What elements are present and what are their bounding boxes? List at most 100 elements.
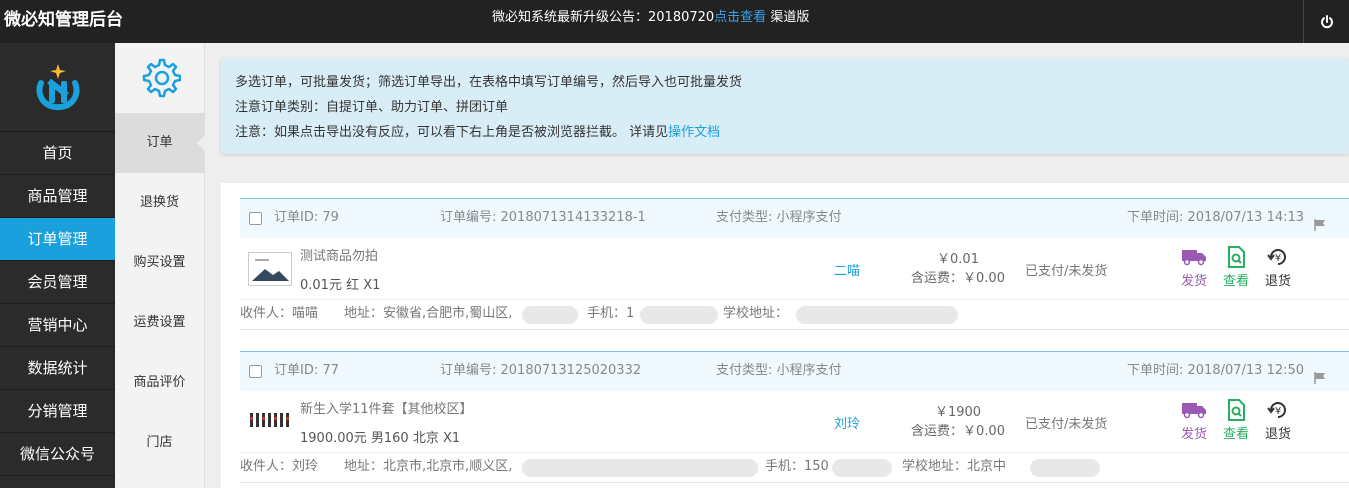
buyer-name[interactable]: 二喵 (834, 260, 860, 279)
order-shipping-info: 收件人：刘玲 地址：北京市,北京市,顺义区, 手机：150 学校地址：北京中 (240, 453, 1349, 483)
main-content: 多选订单，可批量发货；筛选订单导出，在表格中填写订单编号，然后导入也可批量发货 … (205, 43, 1349, 488)
school-address: 学校地址：北京中 (902, 459, 1007, 474)
settings-header (115, 43, 204, 113)
order-shipping-info: 收件人：喵喵 地址：安徽省,合肥市,蜀山区, 手机：1 学校地址： (240, 300, 1349, 330)
receiver: 收件人：喵喵 (240, 306, 319, 321)
order-header: 订单ID: 77 订单编号: 20180713125020332 支付类型: 小… (240, 351, 1349, 391)
sub-sidebar: 订单 退换货 购买设置 运费设置 商品评价 门店 (115, 43, 205, 488)
order-header: 订单ID: 79 订单编号: 2018071314133218-1 支付类型: … (240, 198, 1349, 238)
order-list: 订单ID: 79 订单编号: 2018071314133218-1 支付类型: … (221, 183, 1349, 488)
tips-box: 多选订单，可批量发货；筛选订单导出，在表格中填写订单编号，然后导入也可批量发货 … (221, 58, 1349, 154)
ship-button[interactable]: 发货 (1176, 246, 1212, 289)
order-status: 已支付/未发货 (1025, 264, 1108, 279)
notice-text: 微必知系统最新升级公告：20180720 (492, 10, 715, 25)
main-nav-list: 首页 商品管理 订单管理 会员管理 营销中心 数据统计 分销管理 微信公众号 (0, 132, 115, 476)
brand-logo-icon (35, 64, 80, 111)
redacted-school (1030, 459, 1100, 477)
nav-orders[interactable]: 订单管理 (0, 218, 115, 261)
product-name[interactable]: 新生入学11件套【其他校区】 (300, 398, 473, 417)
pay-type: 支付类型: 小程序支付 (716, 210, 842, 225)
document-search-icon (1218, 399, 1254, 423)
tip-line-3: 注意：如果点击导出没有反应，可以看下右上角是否被浏览器拦截。 详请见操作文档 (235, 120, 1335, 145)
order-card: 订单ID: 79 订单编号: 2018071314133218-1 支付类型: … (240, 198, 1349, 330)
notice-link[interactable]: 点击查看 (714, 10, 766, 25)
order-price: ￥0.01 (937, 252, 979, 267)
shipping-fee: 含运费：￥0.00 (911, 424, 1005, 439)
address: 地址：安徽省,合肥市,蜀山区, (344, 306, 513, 321)
pay-type: 支付类型: 小程序支付 (716, 363, 842, 378)
refund-button[interactable]: ¥ 退货 (1260, 246, 1296, 289)
phone: 手机：150 (765, 459, 829, 474)
refund-label: 退货 (1264, 274, 1291, 289)
nav-distribution[interactable]: 分销管理 (0, 390, 115, 433)
product-spec: 1900.00元 男160 北京 X1 (300, 431, 461, 446)
product-name[interactable]: 测试商品勿拍 (300, 245, 378, 264)
subnav-stores[interactable]: 门店 (115, 413, 204, 473)
tip-line-3-text: 注意：如果点击导出没有反应，可以看下右上角是否被浏览器拦截。 详请见 (235, 125, 669, 140)
view-label: 查看 (1222, 274, 1249, 289)
nav-goods[interactable]: 商品管理 (0, 175, 115, 218)
refund-button[interactable]: ¥ 退货 (1260, 399, 1296, 442)
power-icon (1320, 14, 1333, 28)
order-price: ￥1900 (934, 405, 982, 420)
logout-button[interactable] (1303, 0, 1349, 43)
docs-link[interactable]: 操作文档 (668, 125, 720, 140)
ship-label: 发货 (1180, 427, 1207, 442)
nav-members[interactable]: 会员管理 (0, 261, 115, 304)
svg-text:¥: ¥ (1275, 253, 1281, 264)
tip-line-2: 注意订单类别：自提订单、助力订单、拼团订单 (235, 100, 509, 115)
ship-button[interactable]: 发货 (1176, 399, 1212, 442)
view-button[interactable]: 查看 (1218, 399, 1254, 442)
nav-home[interactable]: 首页 (0, 132, 115, 175)
order-body: 新生入学11件套【其他校区】 1900.00元 男160 北京 X1 刘玲 ￥1… (240, 391, 1349, 453)
main-sidebar: 首页 商品管理 订单管理 会员管理 营销中心 数据统计 分销管理 微信公众号 (0, 43, 115, 488)
price-block: ￥1900 含运费：￥0.00 (908, 403, 1008, 441)
order-checkbox[interactable] (249, 365, 262, 378)
phone: 手机：1 (587, 306, 635, 321)
order-id: 订单ID: 77 (274, 363, 339, 378)
refund-icon: ¥ (1260, 246, 1296, 270)
subnav-returns[interactable]: 退换货 (115, 173, 204, 233)
order-time: 下单时间: 2018/07/13 14:13 (1127, 210, 1305, 225)
brand-title: 微必知管理后台 (4, 10, 123, 30)
svg-text:¥: ¥ (1275, 406, 1281, 417)
nav-wechat[interactable]: 微信公众号 (0, 433, 115, 476)
refund-icon: ¥ (1260, 399, 1296, 423)
notice-suffix: 渠道版 (766, 10, 810, 25)
redacted-school (796, 306, 958, 324)
logo (0, 43, 115, 132)
view-button[interactable]: 查看 (1218, 246, 1254, 289)
nav-statistics[interactable]: 数据统计 (0, 347, 115, 390)
order-time: 下单时间: 2018/07/13 12:50 (1127, 363, 1305, 378)
school-address: 学校地址： (723, 306, 789, 321)
truck-icon (1176, 399, 1212, 423)
product-thumbnail (248, 252, 292, 286)
order-checkbox[interactable] (249, 212, 262, 225)
order-number: 订单编号: 2018071314133218-1 (440, 210, 646, 225)
buyer-name[interactable]: 刘玲 (834, 413, 860, 432)
subnav-shipping-settings[interactable]: 运费设置 (115, 293, 204, 353)
subnav-purchase-settings[interactable]: 购买设置 (115, 233, 204, 293)
order-card: 订单ID: 77 订单编号: 20180713125020332 支付类型: 小… (240, 351, 1349, 483)
order-body: 测试商品勿拍 0.01元 红 X1 二喵 ￥0.01 含运费：￥0.00 已支付… (240, 238, 1349, 300)
address: 地址：北京市,北京市,顺义区, (344, 459, 513, 474)
shipping-fee: 含运费：￥0.00 (911, 271, 1005, 286)
nav-marketing[interactable]: 营销中心 (0, 304, 115, 347)
document-search-icon (1218, 246, 1254, 270)
receiver: 收件人：刘玲 (240, 459, 319, 474)
order-status: 已支付/未发货 (1025, 417, 1108, 432)
redacted-phone (832, 459, 892, 477)
tip-line-1: 多选订单，可批量发货；筛选订单导出，在表格中填写订单编号，然后导入也可批量发货 (235, 75, 743, 90)
top-bar: 微必知管理后台 微必知系统最新升级公告：20180720点击查看 渠道版 (0, 0, 1349, 43)
ship-label: 发货 (1180, 274, 1207, 289)
upgrade-notice: 微必知系统最新升级公告：20180720点击查看 渠道版 (492, 0, 809, 43)
subnav-orders[interactable]: 订单 (115, 113, 205, 173)
redacted-phone (640, 306, 718, 324)
product-spec: 0.01元 红 X1 (300, 278, 381, 293)
redacted-address (522, 306, 578, 324)
price-block: ￥0.01 含运费：￥0.00 (908, 250, 1008, 288)
redacted-address (522, 459, 758, 477)
truck-icon (1176, 246, 1212, 270)
gear-icon (142, 58, 181, 98)
subnav-reviews[interactable]: 商品评价 (115, 353, 204, 413)
